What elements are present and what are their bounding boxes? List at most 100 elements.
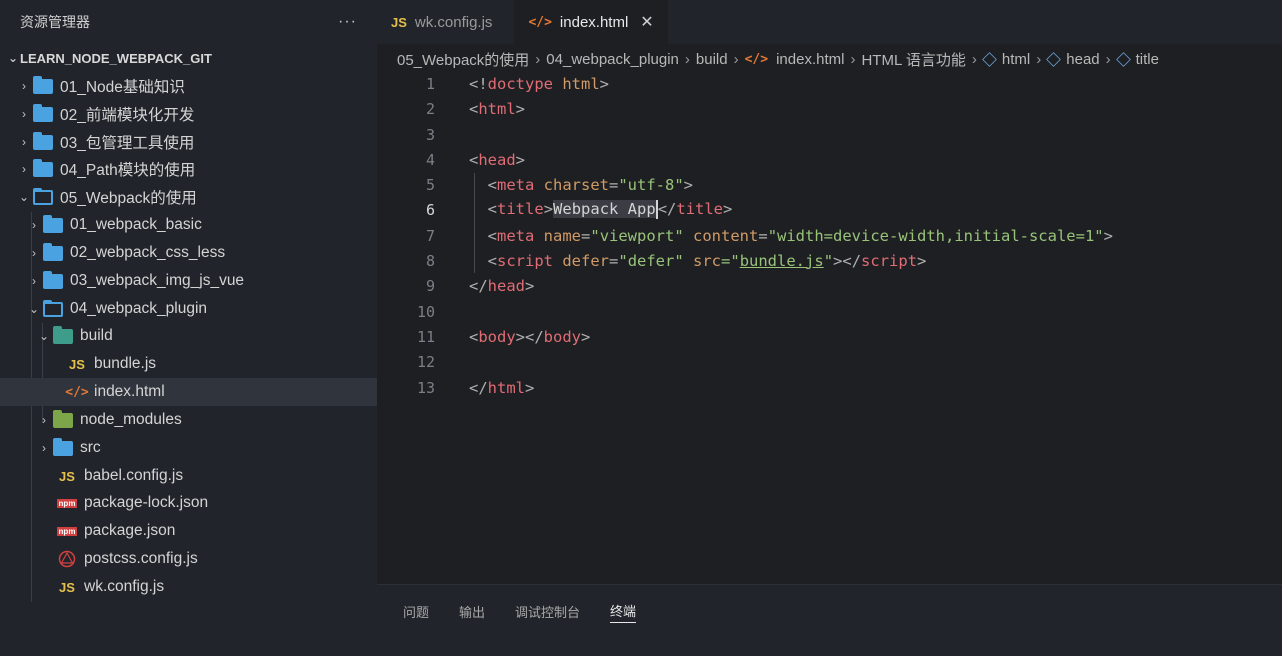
explorer-title: 资源管理器 (20, 14, 90, 30)
tab-terminal[interactable]: 终端 (610, 599, 637, 623)
chevron-right-icon: › (32, 274, 36, 288)
chevron-right-icon: › (22, 79, 26, 93)
chevron-right-icon: › (733, 50, 739, 68)
tree-item-05-webpack[interactable]: ⌄ 05_Webpack的使用 (0, 183, 377, 211)
breadcrumb-item[interactable]: title (1136, 51, 1159, 68)
chevron-down-icon: ⌄ (18, 190, 30, 204)
code-line: 10 (377, 299, 435, 324)
chevron-down-icon: ⌄ (7, 51, 19, 65)
tree-item-package-lock[interactable]: npm package-lock.json (0, 489, 377, 517)
chevron-right-icon: › (22, 162, 26, 176)
close-icon[interactable]: ✕ (640, 12, 653, 32)
tree-item-webpack-plugin[interactable]: ⌄ 04_webpack_plugin (0, 295, 377, 323)
folder-icon (32, 131, 54, 151)
chevron-down-icon: ⌄ (28, 302, 40, 316)
line-number: 1 (425, 74, 435, 93)
tree-item-babel-config[interactable]: JS babel.config.js (0, 462, 377, 490)
breadcrumb-item[interactable]: head (1066, 51, 1099, 68)
tab-problems[interactable]: 问题 (403, 599, 429, 623)
breadcrumb-item[interactable]: html (1002, 51, 1030, 68)
html-file-icon: </> (744, 51, 769, 67)
folder-icon (42, 242, 64, 262)
tree-item-label: src (80, 439, 101, 456)
line-number: 11 (416, 327, 435, 346)
tree-item-label: 03_webpack_img_js_vue (70, 272, 245, 289)
folder-icon (32, 75, 54, 95)
breadcrumb: 05_Webpack的使用 › 04_webpack_plugin › buil… (377, 44, 1282, 74)
breadcrumb-item[interactable]: index.html (776, 51, 844, 68)
folder-icon (32, 158, 54, 178)
tree-item-label: 02_webpack_css_less (70, 244, 226, 261)
tree-item-label: 02_前端模块化开发 (60, 107, 195, 124)
tab-wk-config[interactable]: JS wk.config.js (377, 0, 506, 44)
chevron-right-icon: › (22, 135, 26, 149)
panel-tabs: 问题 输出 调试控制台 终端 (377, 585, 1282, 637)
line-number: 2 (425, 99, 435, 118)
tree-item-label: 01_Node基础知识 (60, 79, 185, 96)
line-number: 5 (425, 175, 435, 194)
tree-item-build[interactable]: ⌄ build (0, 322, 377, 350)
line-number: 10 (416, 302, 435, 321)
tree-item-webpack-basic[interactable]: › 01_webpack_basic (0, 211, 377, 239)
line-number: 13 (416, 378, 435, 397)
tree-item-bundle-js[interactable]: JS bundle.js (0, 350, 377, 378)
tree-item-webpack-img-js-vue[interactable]: › 03_webpack_img_js_vue (0, 267, 377, 295)
code-line: 13 </html> (377, 375, 534, 400)
tree-item-label: 03_包管理工具使用 (60, 135, 195, 152)
breadcrumb-item[interactable]: 05_Webpack的使用 (397, 49, 529, 70)
tree-item-label: 05_Webpack的使用 (60, 190, 197, 207)
editor-tabs: JS wk.config.js </> index.html ✕ (377, 0, 1282, 44)
chevron-right-icon: › (971, 50, 977, 68)
chevron-right-icon: › (1036, 50, 1042, 68)
npm-icon: npm (56, 526, 78, 536)
cube-icon (1115, 51, 1131, 67)
line-number: 12 (416, 352, 435, 371)
tree-item-node-modules[interactable]: › node_modules (0, 406, 377, 434)
tree-item-04-path[interactable]: › 04_Path模块的使用 (0, 155, 377, 183)
workspace-root[interactable]: ⌄ LEARN_NODE_WEBPACK_GIT (0, 44, 377, 72)
editor-area: JS wk.config.js </> index.html ✕ 05_Webp… (377, 0, 1282, 656)
code-line: 8 <script defer="defer" src="bundle.js">… (377, 248, 926, 273)
html-file-icon: </> (528, 14, 552, 30)
tree-item-label: 04_webpack_plugin (70, 300, 208, 317)
folder-icon (52, 437, 74, 457)
tree-item-label: 04_Path模块的使用 (60, 162, 196, 179)
line-number: 7 (425, 226, 435, 245)
tree-item-src[interactable]: › src (0, 434, 377, 462)
folder-icon (42, 270, 64, 290)
folder-node-icon (52, 409, 74, 429)
js-file-icon: JS (391, 14, 407, 30)
chevron-right-icon: › (850, 50, 856, 68)
tree-item-webpack-css-less[interactable]: › 02_webpack_css_less (0, 239, 377, 267)
more-actions-icon[interactable]: ··· (338, 13, 357, 31)
line-number: 8 (425, 251, 435, 270)
selected-text[interactable]: Webpack App (553, 200, 656, 218)
cube-icon (1046, 51, 1062, 67)
breadcrumb-item[interactable]: 04_webpack_plugin (546, 51, 679, 68)
breadcrumb-item[interactable]: build (696, 51, 728, 68)
tree-item-wk-config[interactable]: JS wk.config.js (0, 573, 377, 601)
tree-item-03-package[interactable]: › 03_包管理工具使用 (0, 128, 377, 156)
tree-item-label: package.json (84, 522, 176, 539)
tree-item-postcss-config[interactable]: postcss.config.js (0, 545, 377, 573)
tree-item-index-html[interactable]: </> index.html (0, 378, 377, 406)
code-line: 12 (377, 349, 435, 374)
tab-label: index.html (559, 13, 629, 31)
link-bundle-js[interactable]: bundle.js (740, 252, 824, 270)
breadcrumb-item[interactable]: HTML 语言功能 (861, 49, 965, 70)
explorer-header: 资源管理器 ··· (0, 0, 377, 44)
chevron-right-icon: › (32, 246, 36, 260)
chevron-right-icon: › (684, 50, 690, 68)
folder-open-icon (32, 187, 54, 206)
tab-index-html[interactable]: </> index.html ✕ (514, 0, 668, 44)
tree-item-label: index.html (94, 383, 165, 400)
tab-debug-console[interactable]: 调试控制台 (515, 599, 580, 623)
tree-item-02-modules[interactable]: › 02_前端模块化开发 (0, 100, 377, 128)
chevron-down-icon: ⌄ (38, 329, 50, 343)
line-number: 3 (425, 125, 435, 144)
tab-output[interactable]: 输出 (459, 599, 485, 623)
tree-item-package-json[interactable]: npm package.json (0, 517, 377, 545)
tree-item-01-node[interactable]: › 01_Node基础知识 (0, 72, 377, 100)
chevron-right-icon: › (22, 107, 26, 121)
chevron-right-icon: › (535, 50, 541, 68)
